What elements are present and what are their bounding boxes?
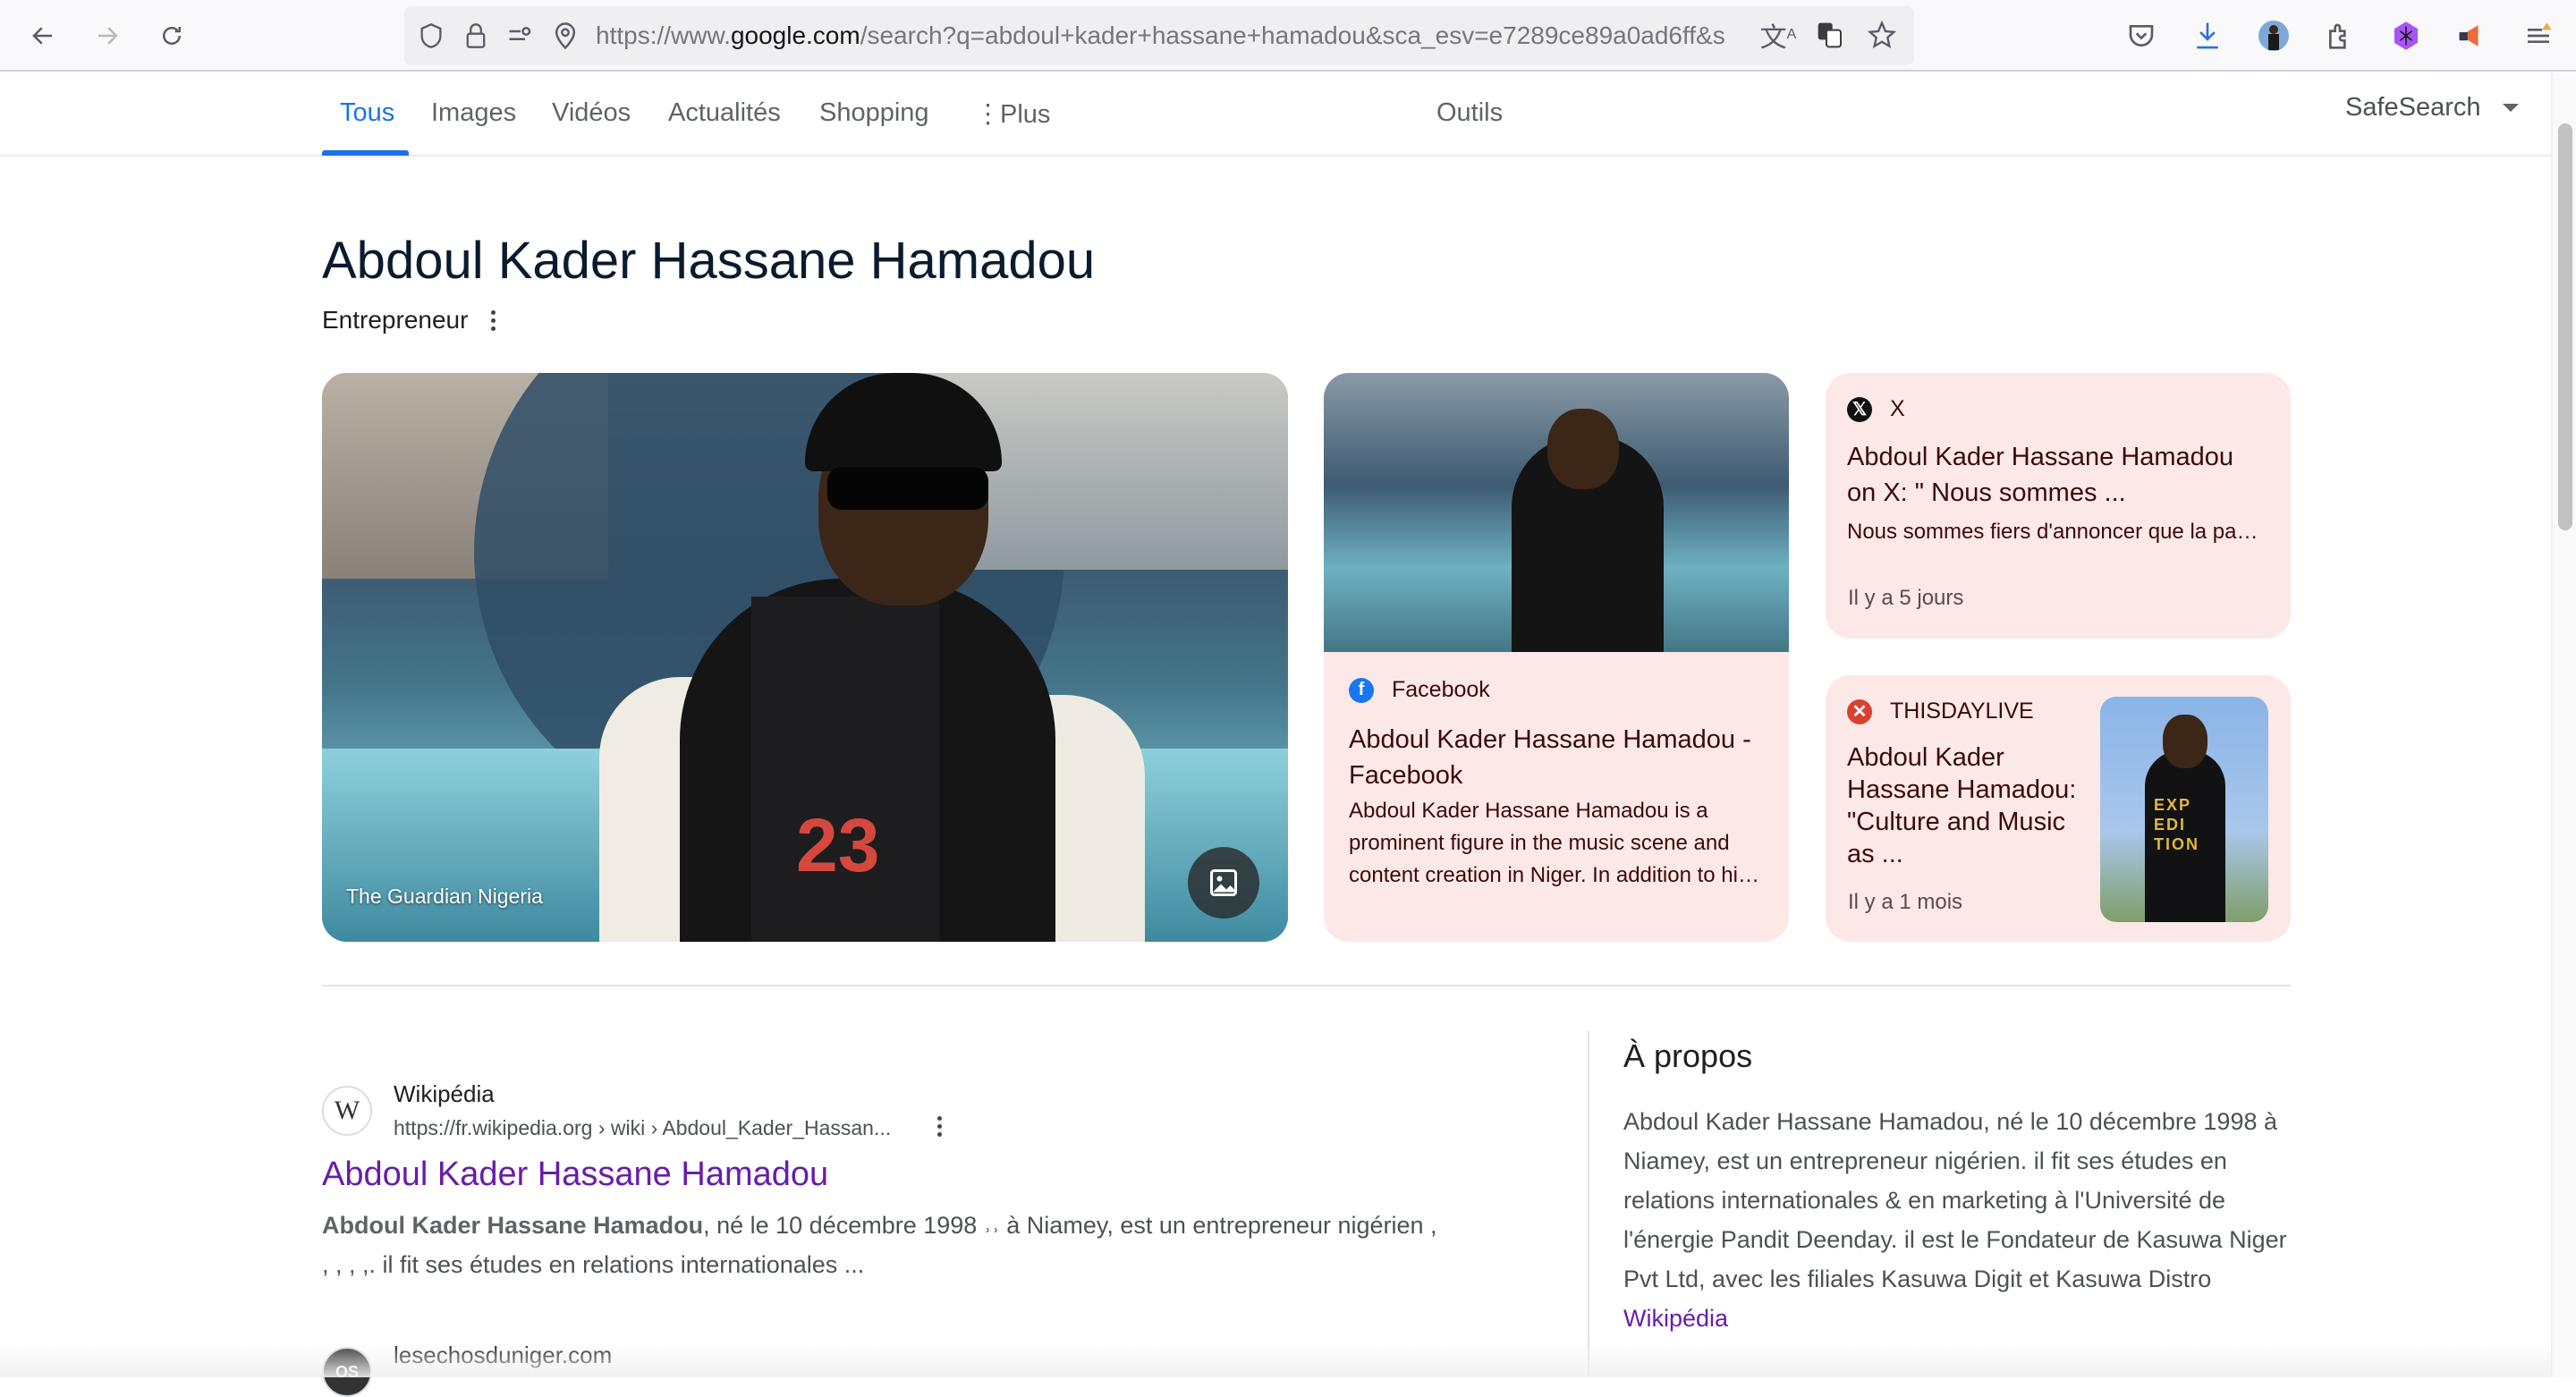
image-jersey-number: 23 — [796, 803, 880, 887]
extension-megaphone-icon[interactable] — [2453, 16, 2492, 55]
shield-icon[interactable] — [413, 18, 449, 54]
pocket-icon[interactable] — [2122, 16, 2161, 55]
tab-plus-label: Plus — [1000, 100, 1051, 129]
tab-actualites[interactable]: Actualités — [668, 98, 781, 128]
x-card[interactable]: 𝕏 X Abdoul Kader Hassane Hamadou on X: "… — [1826, 373, 2291, 639]
result-more-options-icon[interactable] — [937, 1116, 942, 1137]
download-icon[interactable] — [2188, 16, 2227, 55]
more-options-icon[interactable] — [491, 309, 496, 331]
result-site-name: Wikipédia — [394, 1080, 495, 1107]
facebook-icon: f — [1349, 677, 1374, 703]
safesearch-label: SafeSearch — [2345, 93, 2481, 122]
url-text[interactable]: https://www.google.com/search?q=abdoul+k… — [596, 21, 1758, 50]
about-wikipedia-link[interactable]: Wikipédia — [1623, 1305, 1728, 1332]
image-person-glasses — [827, 467, 988, 510]
search-tabs: Tous Images Vidéos Actualités Shopping ⋮… — [0, 73, 2551, 157]
back-icon[interactable] — [23, 16, 63, 55]
image-person-shirt — [751, 597, 939, 942]
about-panel-divider — [1588, 1031, 1589, 1377]
image-search-button[interactable] — [1188, 847, 1259, 919]
result-snippet: Abdoul Kader Hassane Hamadou, né le 10 d… — [322, 1206, 1440, 1284]
caret-down-icon — [2502, 104, 2519, 112]
url-bar[interactable]: https://www.google.com/search?q=abdoul+k… — [404, 6, 1914, 65]
entity-subtitle-row: Entrepreneur — [322, 306, 496, 334]
tab-plus[interactable]: ⋮Plus — [975, 98, 1050, 130]
location-icon[interactable] — [547, 18, 583, 54]
x-card-title[interactable]: Abdoul Kader Hassane Hamadou on X: " Nou… — [1847, 439, 2267, 511]
thisdaylive-source-label: THISDAYLIVE — [1890, 698, 2034, 724]
image-shirt-text: EXP EDI TION — [2154, 796, 2199, 853]
main-image-card[interactable]: 23 The Guardian Nigeria — [322, 373, 1288, 942]
profile-avatar[interactable] — [2254, 16, 2293, 55]
menu-icon[interactable] — [2519, 16, 2558, 55]
thisdaylive-logo-icon: ✕ — [1847, 698, 1872, 724]
thisdaylive-card-image: EXP EDI TION — [2100, 697, 2268, 922]
tab-shopping[interactable]: Shopping — [819, 98, 929, 128]
facebook-card-title[interactable]: Abdoul Kader Hassane Hamadou - Facebook — [1349, 722, 1769, 793]
more-vert-icon: ⋮ — [975, 100, 1001, 129]
entity-title: Abdoul Kader Hassane Hamadou — [322, 232, 1096, 290]
browser-toolbar: https://www.google.com/search?q=abdoul+k… — [0, 0, 2576, 72]
x-source: 𝕏 X — [1847, 396, 1905, 422]
bottom-fade — [0, 1342, 2551, 1377]
x-card-time: Il y a 5 jours — [1848, 586, 1964, 610]
result-snippet-bold: Abdoul Kader Hassane Hamadou — [322, 1212, 704, 1239]
facebook-source: f Facebook — [1349, 677, 1490, 703]
lock-icon[interactable] — [458, 18, 494, 54]
facebook-source-label: Facebook — [1392, 677, 1490, 702]
permissions-icon[interactable] — [503, 18, 538, 54]
extension-purple-icon[interactable] — [2386, 16, 2426, 55]
image-person-head — [1547, 409, 1619, 489]
image-person-head — [2163, 715, 2207, 768]
thisdaylive-card[interactable]: ✕ THISDAYLIVE Abdoul Kader Hassane Hamad… — [1826, 675, 2291, 942]
image-source-label: The Guardian Nigeria — [346, 885, 543, 908]
active-tab-indicator — [322, 150, 409, 156]
x-source-label: X — [1890, 396, 1905, 421]
thisdaylive-card-title[interactable]: Abdoul Kader Hassane Hamadou: "Culture a… — [1847, 741, 2089, 870]
facebook-card[interactable]: f Facebook Abdoul Kader Hassane Hamadou … — [1324, 373, 1789, 942]
facebook-card-snippet: Abdoul Kader Hassane Hamadou is a promin… — [1349, 799, 1759, 887]
reload-icon[interactable] — [152, 16, 191, 55]
scrollbar-thumb[interactable] — [2558, 123, 2572, 530]
about-text: Abdoul Kader Hassane Hamadou, né le 10 d… — [1623, 1102, 2303, 1338]
tools-button[interactable]: Outils — [1436, 98, 1503, 128]
facebook-card-image — [1324, 373, 1789, 652]
extensions-icon[interactable] — [2320, 16, 2360, 55]
page-scrollbar[interactable] — [2551, 73, 2576, 1377]
safesearch-button[interactable]: SafeSearch — [2345, 93, 2519, 123]
tab-tous[interactable]: Tous — [340, 98, 394, 128]
wikipedia-favicon: W — [322, 1086, 372, 1136]
thisdaylive-source: ✕ THISDAYLIVE — [1847, 698, 2034, 724]
image-icon — [1210, 869, 1237, 896]
tab-images[interactable]: Images — [431, 98, 516, 128]
x-logo-icon: 𝕏 — [1847, 396, 1872, 422]
thisdaylive-card-time: Il y a 1 mois — [1848, 890, 1963, 914]
forward-icon[interactable] — [88, 16, 127, 55]
about-title: À propos — [1623, 1037, 1753, 1074]
x-card-snippet: Nous sommes fiers d'annoncer que la pa… — [1847, 520, 2258, 544]
translate-page-icon[interactable] — [1812, 17, 1848, 53]
result-url: https://fr.wikipedia.org › wiki › Abdoul… — [394, 1116, 892, 1139]
bookmark-star-icon[interactable] — [1864, 17, 1900, 53]
translate-icon[interactable]: 文A — [1760, 17, 1797, 53]
result-title-link[interactable]: Abdoul Kader Hassane Hamadou — [322, 1156, 828, 1194]
about-description: Abdoul Kader Hassane Hamadou, né le 10 d… — [1623, 1108, 2287, 1292]
entity-subtitle: Entrepreneur — [322, 306, 469, 334]
tab-videos[interactable]: Vidéos — [552, 98, 631, 128]
section-divider — [322, 985, 2291, 986]
